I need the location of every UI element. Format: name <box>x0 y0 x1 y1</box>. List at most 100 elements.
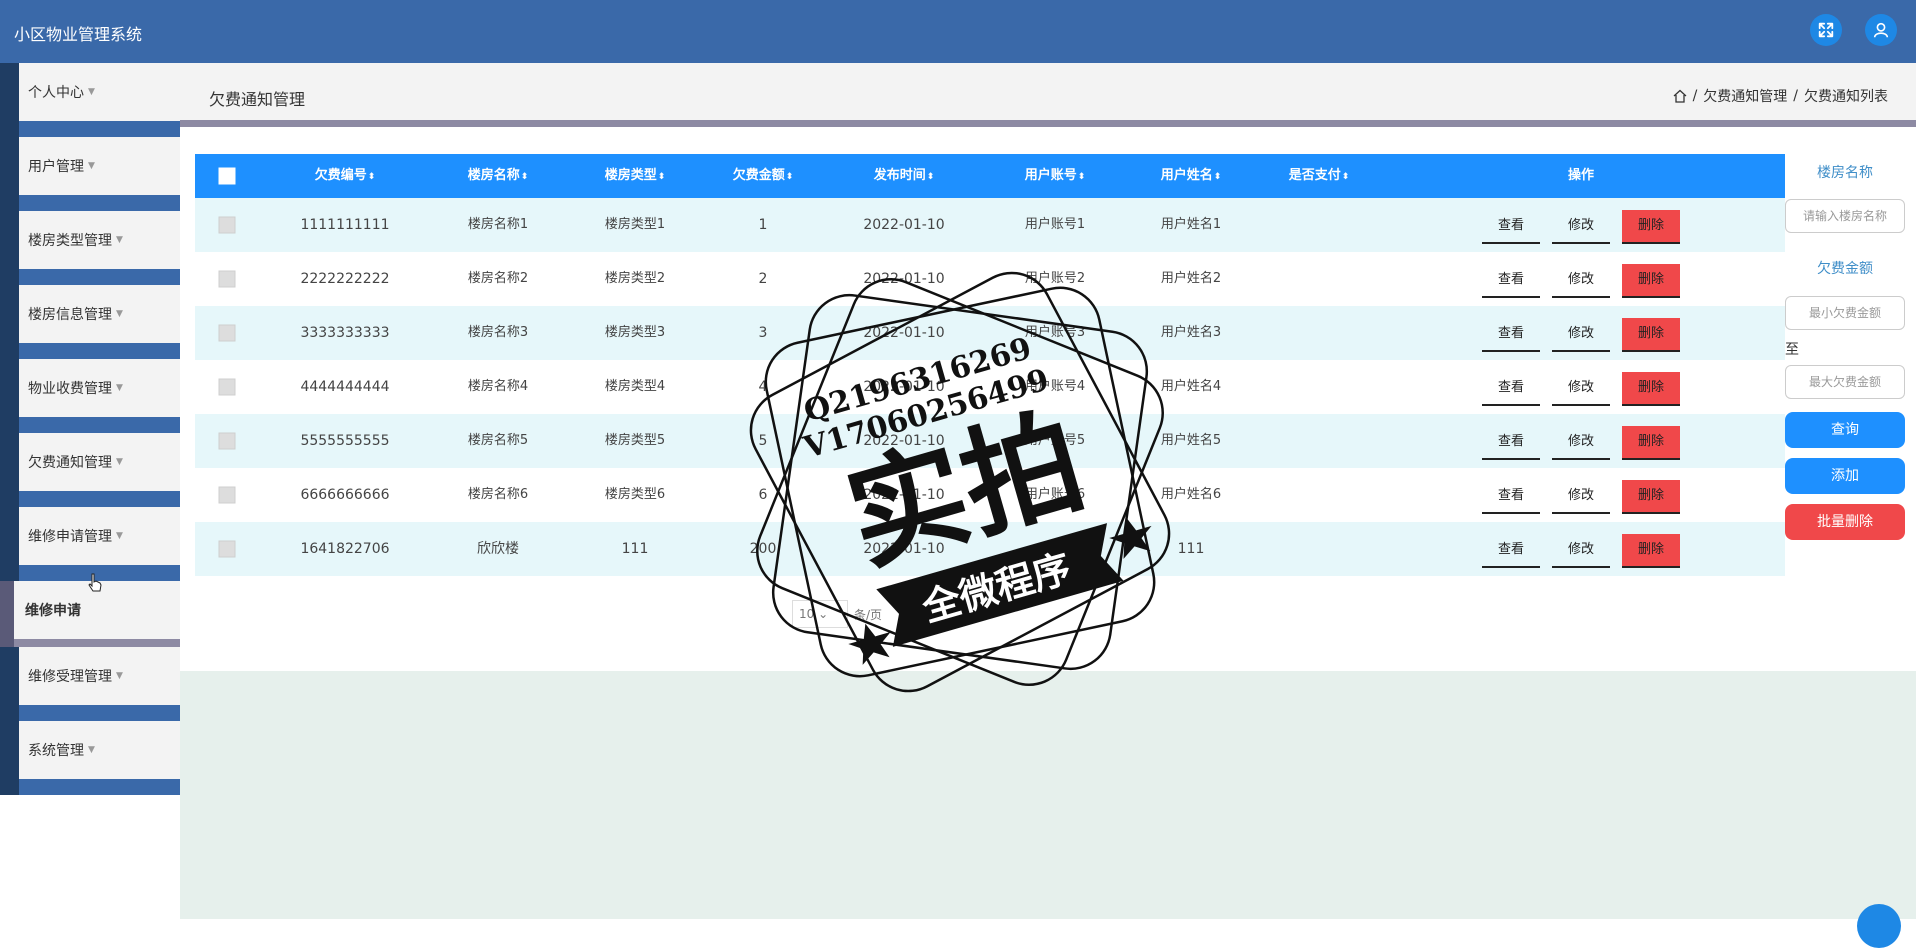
sidebar-item-label: 系统管理 <box>28 743 84 759</box>
row-checkbox[interactable] <box>218 270 236 288</box>
column-header[interactable]: 欠费金额⬍ <box>733 154 794 198</box>
delete-button[interactable]: 删除 <box>1622 318 1680 352</box>
row-checkbox[interactable] <box>218 216 236 234</box>
sidebar-item-property-fee[interactable]: 物业收费管理 ▼ <box>0 359 180 433</box>
column-header[interactable]: 用户姓名⬍ <box>1161 154 1222 198</box>
table-row: 5555555555 楼房名称5 楼房类型5 5 2022-01-10 用户账号… <box>195 414 1785 468</box>
cell-id: 2222222222 <box>300 271 390 287</box>
cell-type: 楼房类型6 <box>604 487 666 502</box>
view-button[interactable]: 查看 <box>1482 426 1540 460</box>
sort-icon[interactable]: ⬍ <box>1342 172 1350 182</box>
breadcrumb-item[interactable]: 欠费通知管理 <box>1703 86 1787 106</box>
user-icon[interactable] <box>1865 14 1897 46</box>
cell-name: 用户姓名3 <box>1160 325 1222 340</box>
table-row: 3333333333 楼房名称3 楼房类型3 3 2022-01-10 用户账号… <box>195 306 1785 360</box>
building-name-input[interactable]: 请输入楼房名称 <box>1785 199 1905 233</box>
row-checkbox[interactable] <box>218 486 236 504</box>
column-header[interactable]: 发布时间⬍ <box>874 154 935 198</box>
cell-account: 用户账号2 <box>1024 271 1086 286</box>
breadcrumb-item: 欠费通知列表 <box>1804 89 1888 105</box>
column-header[interactable]: 楼房类型⬍ <box>605 154 666 198</box>
sort-icon[interactable]: ⬍ <box>658 172 666 182</box>
cell-building: 楼房名称1 <box>467 217 529 232</box>
cell-type: 楼房类型2 <box>604 271 666 286</box>
column-header[interactable]: 用户账号⬍ <box>1025 154 1086 198</box>
table-row: 1111111111 楼房名称1 楼房类型1 1 2022-01-10 用户账号… <box>195 198 1785 252</box>
delete-button[interactable]: 删除 <box>1622 534 1680 568</box>
cell-id: 5555555555 <box>300 433 390 449</box>
edit-button[interactable]: 修改 <box>1552 372 1610 406</box>
column-header[interactable]: 欠费编号⬍ <box>315 154 376 198</box>
cell-name: 用户姓名6 <box>1160 487 1222 502</box>
cell-date: 2022-01-10 <box>863 217 945 233</box>
cell-date: 2022-01-10 <box>863 379 945 395</box>
top-header: 小区物业管理系统 <box>0 0 1916 63</box>
delete-button[interactable]: 删除 <box>1622 264 1680 298</box>
view-button[interactable]: 查看 <box>1482 210 1540 244</box>
row-checkbox[interactable] <box>218 432 236 450</box>
cell-account: 111 <box>1041 541 1069 557</box>
page-size-select[interactable]: 10 ⌄ <box>792 600 848 628</box>
sidebar-item-repair-request[interactable]: 维修申请管理 ▼ <box>0 507 180 581</box>
view-button[interactable]: 查看 <box>1482 534 1540 568</box>
sidebar-item-repair-accept[interactable]: 维修受理管理 ▼ <box>0 647 180 721</box>
select-all-checkbox[interactable] <box>218 167 236 185</box>
caret-down-icon: ▼ <box>88 161 95 171</box>
sidebar-item-building-type[interactable]: 楼房类型管理 ▼ <box>0 211 180 285</box>
edit-button[interactable]: 修改 <box>1552 534 1610 568</box>
caret-down-icon: ▼ <box>116 309 123 319</box>
edit-button[interactable]: 修改 <box>1552 426 1610 460</box>
view-button[interactable]: 查看 <box>1482 372 1540 406</box>
sort-icon[interactable]: ⬍ <box>786 172 794 182</box>
cell-amount: 200 <box>749 541 777 557</box>
view-button[interactable]: 查看 <box>1482 480 1540 514</box>
sidebar-item-arrears-notice[interactable]: 欠费通知管理 ▼ <box>0 433 180 507</box>
sidebar-item-system[interactable]: 系统管理 ▼ <box>0 721 180 795</box>
row-checkbox[interactable] <box>218 540 236 558</box>
sidebar-item-personal-center[interactable]: 个人中心 ▼ <box>0 63 180 137</box>
edit-button[interactable]: 修改 <box>1552 264 1610 298</box>
caret-down-icon: ▼ <box>116 457 123 467</box>
caret-down-icon: ▼ <box>116 531 123 541</box>
sidebar: 个人中心 ▼ 用户管理 ▼ 楼房类型管理 ▼ 楼房信息管理 ▼ 物业收费管理 ▼ 欠费通知… <box>0 63 180 919</box>
breadcrumb-separator: / <box>1793 88 1798 104</box>
delete-button[interactable]: 删除 <box>1622 480 1680 514</box>
sidebar-item-user-management[interactable]: 用户管理 ▼ <box>0 137 180 211</box>
cell-name: 用户姓名2 <box>1160 271 1222 286</box>
delete-button[interactable]: 删除 <box>1622 372 1680 406</box>
column-header[interactable]: 是否支付⬍ <box>1289 154 1350 198</box>
cell-amount: 4 <box>758 379 768 395</box>
chevron-down-icon: ⌄ <box>818 607 829 621</box>
batch-delete-button[interactable]: 批量删除 <box>1785 504 1905 540</box>
sidebar-item-building-info[interactable]: 楼房信息管理 ▼ <box>0 285 180 359</box>
cell-building: 楼房名称4 <box>467 379 529 394</box>
edit-button[interactable]: 修改 <box>1552 480 1610 514</box>
max-amount-input[interactable]: 最大欠费金额 <box>1785 365 1905 399</box>
view-button[interactable]: 查看 <box>1482 264 1540 298</box>
sort-icon[interactable]: ⬍ <box>521 172 529 182</box>
row-checkbox[interactable] <box>218 324 236 342</box>
row-checkbox[interactable] <box>218 378 236 396</box>
home-icon[interactable] <box>1673 89 1687 103</box>
cell-account: 用户账号4 <box>1024 379 1086 394</box>
divider <box>180 120 1916 127</box>
cell-amount: 2 <box>758 271 768 287</box>
min-amount-input[interactable]: 最小欠费金额 <box>1785 296 1905 330</box>
sort-icon[interactable]: ⬍ <box>927 172 935 182</box>
sort-icon[interactable]: ⬍ <box>368 172 376 182</box>
fullscreen-icon[interactable] <box>1810 14 1842 46</box>
back-to-top-button[interactable] <box>1857 904 1901 948</box>
delete-button[interactable]: 删除 <box>1622 426 1680 460</box>
app-title: 小区物业管理系统 <box>14 25 143 44</box>
query-button[interactable]: 查询 <box>1785 412 1905 448</box>
delete-button[interactable]: 删除 <box>1622 210 1680 244</box>
edit-button[interactable]: 修改 <box>1552 210 1610 244</box>
edit-button[interactable]: 修改 <box>1552 318 1610 352</box>
caret-down-icon: ▼ <box>116 383 123 393</box>
page-title: 欠费通知管理 <box>209 90 306 109</box>
sort-icon[interactable]: ⬍ <box>1214 172 1222 182</box>
view-button[interactable]: 查看 <box>1482 318 1540 352</box>
column-header[interactable]: 楼房名称⬍ <box>468 154 529 198</box>
add-button[interactable]: 添加 <box>1785 458 1905 494</box>
sort-icon[interactable]: ⬍ <box>1078 172 1086 182</box>
